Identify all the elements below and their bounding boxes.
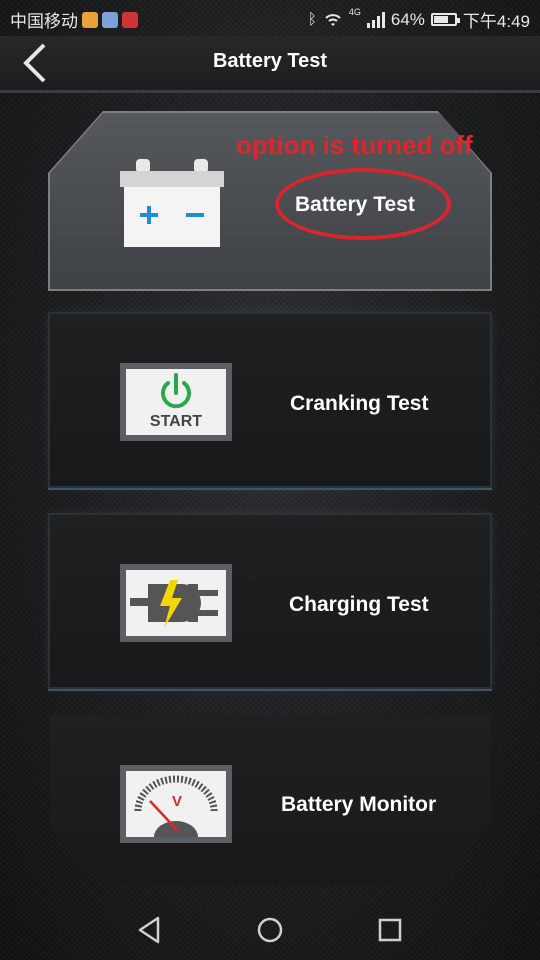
charging-plug-icon [120, 564, 232, 642]
battery-monitor-label: Battery Monitor [281, 793, 437, 816]
battery-level-fill [433, 16, 448, 23]
voltmeter-icon-bg: V [126, 771, 226, 837]
triangle-back-icon [138, 916, 160, 944]
cranking-test-label: Cranking Test [290, 392, 429, 415]
annotation-text: option is turned off [236, 130, 473, 160]
start-text: START [149, 413, 203, 430]
cranking-test-card[interactable]: START Cranking Test [50, 314, 490, 486]
wifi-icon [325, 13, 341, 26]
plug-graphic [130, 580, 218, 628]
carrier-label: 中国移动 [10, 12, 78, 31]
battery-icon [430, 13, 460, 26]
charging-test-card[interactable]: Charging Test [50, 515, 490, 687]
square-recents-icon [378, 918, 402, 942]
status-right: ᛒ 4G 64% 下午4:49 [308, 7, 530, 32]
charging-plug-icon-bg [126, 570, 226, 636]
status-left: 中国移动 [10, 7, 138, 32]
app-header: Battery Test [0, 36, 540, 93]
weibo-notification-icon [82, 11, 98, 28]
power-start-icon: START [120, 363, 232, 441]
status-bar: 中国移动 ᛒ 4G 64% 下午4:49 [0, 0, 540, 36]
nav-home-button[interactable] [254, 914, 286, 946]
battery-monitor-card[interactable]: V Battery Monitor [50, 715, 490, 885]
nav-recents-button[interactable] [374, 914, 406, 946]
voltmeter-icon: V [120, 765, 232, 843]
car-battery-graphic [120, 159, 224, 247]
news-notification-icon [122, 11, 138, 28]
annotation-circle [275, 168, 451, 240]
battery-percent: 64% [390, 9, 425, 29]
clock: 下午4:49 [462, 12, 530, 31]
car-battery-icon [120, 159, 224, 247]
app-notification-icon [102, 11, 118, 28]
volt-label: V [172, 793, 183, 810]
network-type-label: 4G [348, 7, 361, 17]
charging-test-label: Charging Test [289, 593, 429, 616]
nav-back-button[interactable] [134, 914, 166, 946]
power-start-icon-bg: START [126, 369, 226, 435]
circle-home-icon [257, 917, 283, 943]
navigation-bar [0, 900, 540, 960]
page-title: Battery Test [212, 50, 328, 72]
bluetooth-icon: ᛒ [307, 11, 317, 28]
signal-icon [366, 11, 385, 28]
